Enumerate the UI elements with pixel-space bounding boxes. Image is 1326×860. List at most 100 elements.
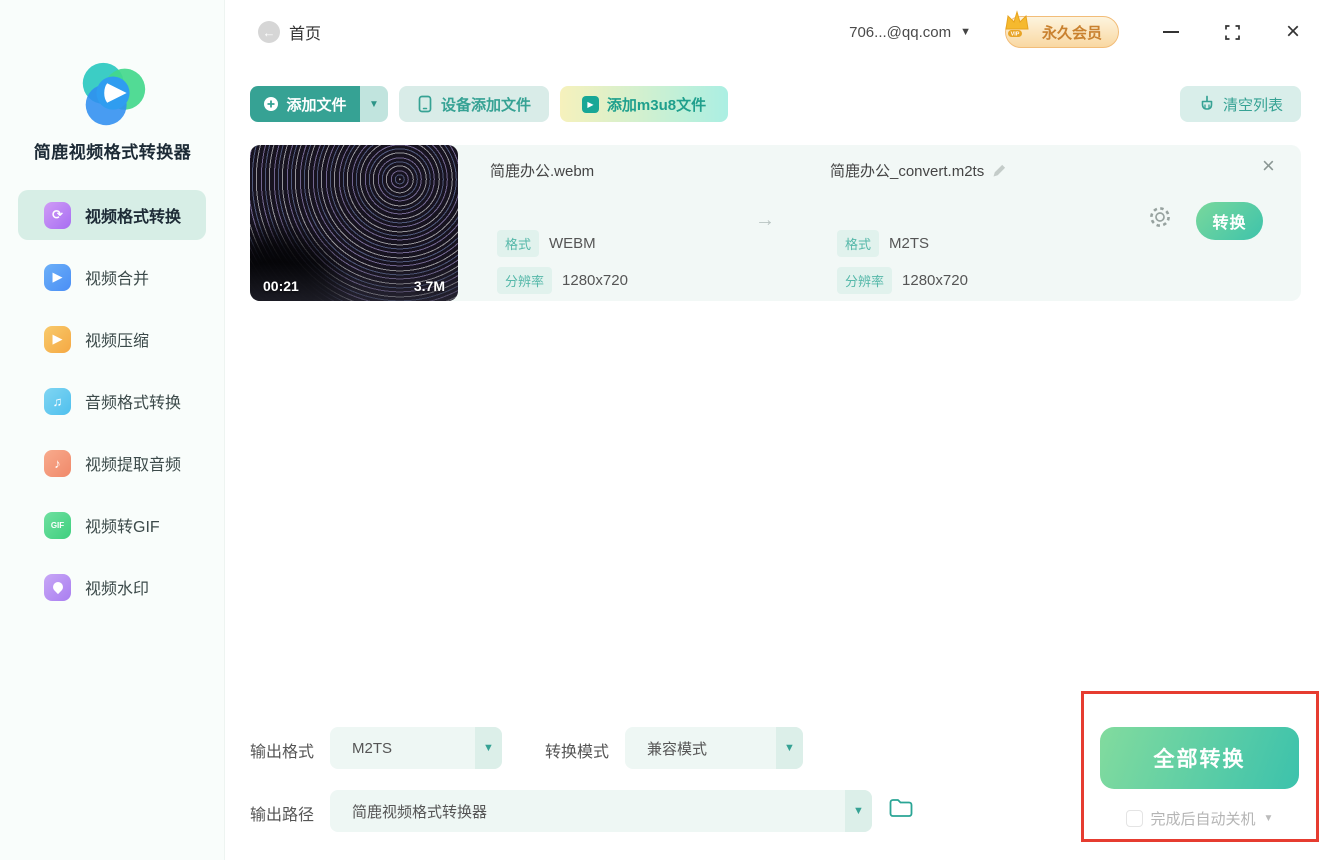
target-resolution-value: 1280x720 [902, 272, 968, 289]
topbar: ← 首页 706...@qq.com ▼ VIP 永久会员 × [225, 0, 1326, 64]
resolution-badge: 分辨率 [497, 267, 553, 294]
output-format-select[interactable]: M2TS ▼ [330, 727, 502, 769]
output-path-value: 简鹿视频格式转换器 [352, 803, 488, 821]
source-format-value: WEBM [549, 235, 596, 252]
sidebar-item-extract-audio[interactable]: ♪ 视频提取音频 [18, 438, 206, 488]
target-resolution-row: 分辨率 1280x720 [837, 267, 968, 294]
maximize-button[interactable] [1225, 24, 1240, 40]
file-list-item: 00:21 3.7M 简鹿办公.webm 格式 WEBM 分辨率 1280x72… [250, 145, 1301, 301]
home-label: 首页 [289, 26, 322, 43]
add-file-button-group: 添加文件 ▼ [250, 86, 388, 122]
sidebar-item-label: 视频合并 [85, 271, 150, 288]
audio-convert-icon: ♫ [44, 387, 71, 415]
caret-down-icon: ▼ [776, 727, 803, 769]
add-m3u8-label: 添加m3u8文件 [606, 96, 707, 114]
sidebar-item-video-convert[interactable]: ⟳ 视频格式转换 [18, 190, 206, 240]
plus-circle-icon [264, 97, 279, 111]
sidebar-item-label: 视频提取音频 [85, 457, 182, 474]
svg-text:VIP: VIP [1011, 32, 1020, 38]
target-format-value: M2TS [889, 235, 930, 252]
video-duration: 00:21 [263, 278, 299, 294]
source-resolution-row: 分辨率 1280x720 [497, 267, 628, 294]
back-button[interactable]: ← [258, 21, 280, 43]
pencil-icon [993, 164, 1006, 177]
minimize-icon [1162, 31, 1179, 33]
add-file-button[interactable]: 添加文件 [250, 86, 360, 122]
caret-down-icon[interactable]: ▼ [1264, 813, 1274, 824]
app-title: 简鹿视频格式转换器 [33, 143, 192, 162]
toolbar: 添加文件 ▼ 设备添加文件 ▶ 添加m3u8文件 清空列表 [250, 86, 1301, 122]
target-filename-row: 简鹿办公_convert.m2ts [830, 160, 1007, 181]
app-window: 简鹿视频格式转换器 ⟳ 视频格式转换 ▶ 视频合并 ▶ 视频压缩 ♫ 音频格式转… [0, 0, 1326, 860]
video-filesize: 3.7M [413, 278, 445, 294]
close-icon: × [1285, 18, 1300, 45]
sidebar-item-label: 视频压缩 [85, 333, 150, 350]
auto-shutdown-row: 完成后自动关机 ▼ [1100, 808, 1299, 829]
account-caret-icon[interactable]: ▼ [960, 26, 971, 38]
vip-badge[interactable]: VIP 永久会员 [1004, 10, 1119, 48]
video-file-icon: ▶ [581, 95, 599, 113]
output-format-value: M2TS [352, 739, 393, 757]
video-convert-icon: ⟳ [44, 201, 71, 229]
remove-file-button[interactable]: × [1262, 153, 1275, 179]
video-compress-icon: ▶ [44, 325, 71, 353]
crown-icon: VIP [1000, 7, 1034, 46]
broom-icon [1201, 95, 1213, 110]
convert-all-button[interactable]: 全部转换 [1100, 727, 1299, 789]
item-settings-button[interactable] [1148, 205, 1172, 234]
convert-button[interactable]: 转换 [1196, 202, 1263, 240]
sidebar-item-watermark[interactable]: 视频水印 [18, 562, 206, 612]
main-content: ← 首页 706...@qq.com ▼ VIP 永久会员 × 添加文件 ▼ 设… [225, 0, 1326, 860]
add-m3u8-button[interactable]: ▶ 添加m3u8文件 [560, 86, 728, 122]
edit-filename-button[interactable] [992, 163, 1007, 178]
caret-down-icon: ▼ [475, 727, 502, 769]
clear-list-button[interactable]: 清空列表 [1180, 86, 1301, 122]
sidebar-item-label: 视频格式转换 [85, 209, 182, 226]
auto-shutdown-checkbox[interactable] [1125, 810, 1143, 827]
convert-mode-select[interactable]: 兼容模式 ▼ [625, 727, 803, 769]
sidebar: 简鹿视频格式转换器 ⟳ 视频格式转换 ▶ 视频合并 ▶ 视频压缩 ♫ 音频格式转… [0, 0, 225, 860]
sidebar-item-video-merge[interactable]: ▶ 视频合并 [18, 252, 206, 302]
sidebar-item-label: 视频水印 [85, 581, 150, 598]
format-badge: 格式 [497, 230, 540, 257]
sidebar-item-audio-convert[interactable]: ♫ 音频格式转换 [18, 376, 206, 426]
sidebar-menu: ⟳ 视频格式转换 ▶ 视频合并 ▶ 视频压缩 ♫ 音频格式转换 ♪ 视频提取音频… [18, 190, 206, 612]
sidebar-item-video-compress[interactable]: ▶ 视频压缩 [18, 314, 206, 364]
device-add-file-button[interactable]: 设备添加文件 [399, 86, 549, 122]
vip-label: 永久会员 [1041, 24, 1102, 42]
gear-icon [1150, 207, 1170, 227]
caret-down-icon: ▼ [845, 790, 872, 832]
sidebar-item-label: 音频格式转换 [85, 395, 182, 412]
convert-direction-arrow-icon: → [755, 209, 775, 231]
device-icon [418, 95, 432, 113]
folder-icon [889, 799, 913, 817]
target-format-row: 格式 M2TS [837, 230, 929, 257]
output-path-select[interactable]: 简鹿视频格式转换器 ▼ [330, 790, 872, 832]
target-filename: 简鹿办公_convert.m2ts [830, 163, 985, 180]
add-file-dropdown-button[interactable]: ▼ [360, 86, 388, 122]
output-format-label: 输出格式 [250, 744, 315, 761]
sidebar-item-video-to-gif[interactable]: GIF 视频转GIF [18, 500, 206, 550]
extract-audio-icon: ♪ [44, 449, 71, 477]
clear-list-label: 清空列表 [1222, 96, 1283, 114]
sidebar-item-label: 视频转GIF [85, 519, 160, 536]
topbar-right: 706...@qq.com ▼ VIP 永久会员 × [849, 10, 1300, 48]
close-button[interactable]: × [1286, 20, 1300, 44]
video-to-gif-icon: GIF [44, 511, 71, 539]
minimize-button[interactable] [1162, 31, 1179, 33]
output-path-label: 输出路径 [250, 807, 315, 824]
account-email[interactable]: 706...@qq.com [849, 24, 951, 41]
video-merge-icon: ▶ [44, 263, 71, 291]
add-file-label: 添加文件 [286, 96, 347, 114]
water-drop-icon [50, 579, 65, 595]
browse-folder-button[interactable] [888, 796, 914, 820]
format-badge: 格式 [837, 230, 880, 257]
device-add-label: 设备添加文件 [440, 96, 531, 114]
convert-mode-label: 转换模式 [545, 744, 610, 761]
source-filename: 简鹿办公.webm [490, 163, 595, 180]
watermark-icon [44, 573, 71, 601]
window-controls: × [1162, 20, 1300, 44]
video-thumbnail[interactable]: 00:21 3.7M [250, 145, 458, 301]
auto-shutdown-label: 完成后自动关机 [1150, 811, 1256, 828]
source-format-row: 格式 WEBM [497, 230, 596, 257]
